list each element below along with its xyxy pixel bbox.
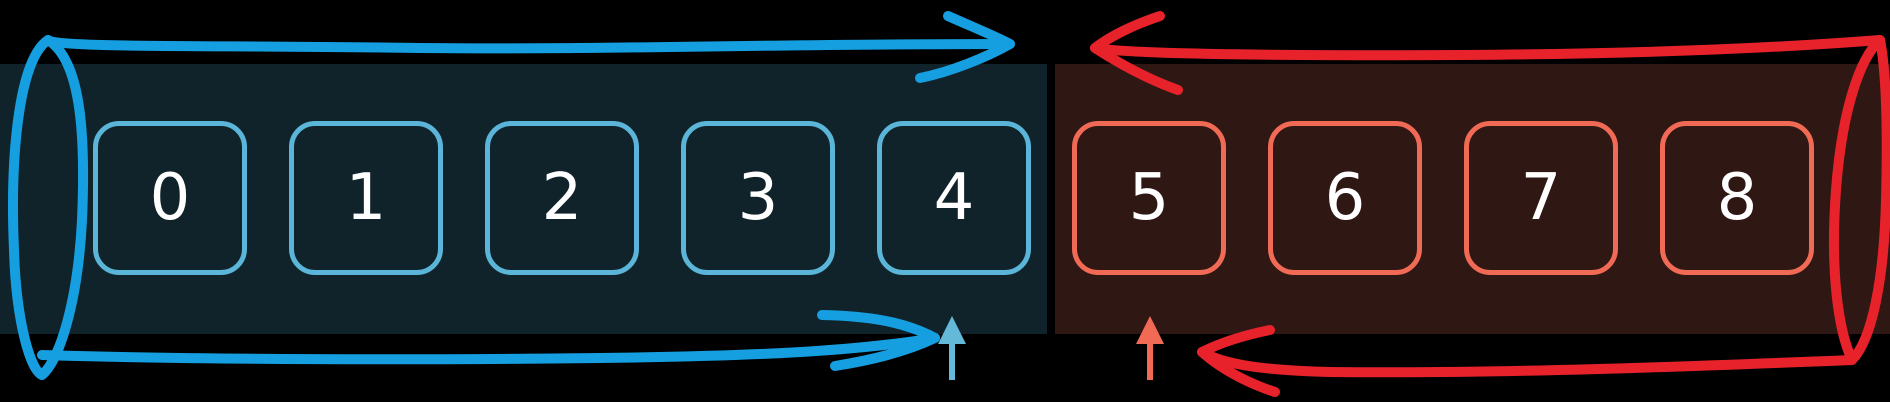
array-cell-5: 5	[1072, 121, 1226, 275]
array-cell-0: 0	[93, 121, 247, 275]
red-bottom-arrowhead-icon	[1197, 325, 1280, 397]
array-cell-8: 8	[1660, 121, 1814, 275]
array-cell-7: 7	[1464, 121, 1618, 275]
blue-top-arrow-line	[43, 35, 1015, 54]
array-cell-3: 3	[681, 121, 835, 275]
array-cell-1: 1	[289, 121, 443, 275]
red-bottom-arrow-line	[1197, 347, 1857, 378]
blue-bottom-arrow-line	[37, 333, 940, 365]
array-cell-4: 4	[877, 121, 1031, 275]
red-top-arrow-line	[1090, 35, 1885, 61]
array-cell-2: 2	[485, 121, 639, 275]
array-cell-6: 6	[1268, 121, 1422, 275]
